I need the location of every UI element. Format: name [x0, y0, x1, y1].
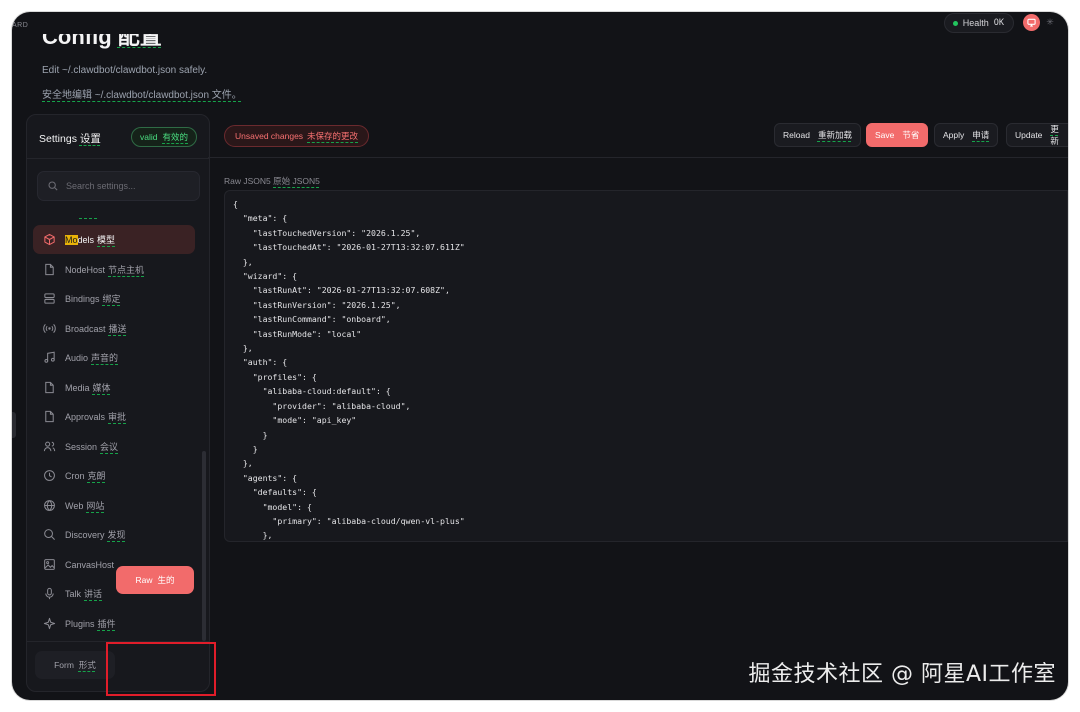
sidebar-item-partial [79, 218, 97, 219]
cube-icon [44, 233, 55, 246]
sidebar-item-plugins[interactable]: Plugins 插件 [33, 609, 195, 638]
editor-label: Raw JSON5 原始 JSON5 [224, 176, 320, 186]
highlight-box [106, 642, 216, 696]
broadcast-icon [43, 324, 56, 333]
editor-toolbar: Unsaved changes 未保存的更改 Reload 重新加载 Save 节省 … [208, 114, 1068, 158]
sidebar-item-models[interactable]: Models 模型 [33, 225, 195, 254]
sidebar-item-session[interactable]: Session 会议 [33, 432, 195, 461]
clock-icon [44, 470, 55, 481]
health-dot-icon [952, 20, 958, 26]
sidebar-item-broadcast[interactable]: Broadcast 播送 [33, 314, 195, 343]
sidebar-item-label: Media 媒体 [65, 383, 111, 393]
watermark: 掘金技术社区 @ 阿星AI工作室 [748, 662, 1056, 687]
sidebar-item-label: Bindings 绑定 [65, 294, 121, 304]
music-icon [44, 351, 55, 363]
sidebar-scrollbar[interactable] [202, 211, 206, 641]
sidebar-item-label: Web 网站 [65, 501, 105, 511]
search-settings[interactable] [37, 171, 200, 201]
sidebar-item-label: Session 会议 [65, 442, 119, 452]
sidebar-item-label: Cron 克朗 [65, 471, 106, 481]
sidebar-item-discovery[interactable]: Discovery 发现 [33, 520, 195, 549]
brand-fragment: ARD [12, 22, 29, 29]
file-icon [45, 263, 54, 276]
sidebar-item-bindings[interactable]: Bindings 绑定 [33, 284, 195, 313]
microphone-icon [45, 587, 54, 600]
scrollbar-thumb[interactable] [202, 451, 206, 641]
sidebar-item-label: Discovery 发现 [65, 530, 126, 540]
reload-button[interactable]: Reload 重新加载 [774, 123, 861, 147]
sidebar-item-audio[interactable]: Audio 声音的 [33, 343, 195, 372]
sidebar-item-label: Models 模型 [65, 235, 116, 245]
update-button[interactable]: Update 更新 [1006, 123, 1068, 147]
search-icon [44, 529, 55, 540]
sidebar-title: Settings 设置 [39, 133, 101, 145]
search-input[interactable] [66, 181, 186, 191]
valid-badge: valid 有效的 [131, 127, 197, 147]
sidebar-item-approvals[interactable]: Approvals 审批 [33, 402, 195, 431]
unsaved-changes-badge: Unsaved changes 未保存的更改 [224, 125, 370, 147]
server-icon [44, 293, 55, 304]
monitor-icon[interactable] [1023, 14, 1040, 31]
globe-icon [44, 500, 55, 511]
users-icon [43, 441, 56, 452]
page-title: Config 配置 [42, 34, 162, 49]
search-icon [48, 181, 58, 191]
page-subtitle: Edit ~/.clawdbot/clawdbot.json safely. [42, 65, 208, 76]
page-subtitle-translation: 安全地编辑 ~/.clawdbot/clawdbot.json 文件。 [42, 90, 242, 101]
file-icon [45, 381, 54, 394]
apply-button[interactable]: Apply 申请 [934, 123, 999, 147]
sparkle-icon [43, 617, 56, 630]
sidebar-item-cron[interactable]: Cron 克朗 [33, 461, 195, 490]
app-window: ARD Health OK ✳ Config 配置 Edit ~/.clawdb… [12, 12, 1068, 700]
sidebar-item-label: Plugins 插件 [65, 619, 116, 629]
health-label: Health [962, 18, 989, 28]
raw-mode-button[interactable]: Raw 生的 [116, 566, 194, 594]
sidebar-header: Settings 设置 valid 有效的 [27, 115, 209, 159]
health-value: OK [993, 18, 1004, 28]
sidebar-item-label: Approvals 审批 [65, 412, 127, 422]
sidebar-item-nodehost[interactable]: NodeHost 节点主机 [33, 255, 195, 284]
settings-sidebar: Settings 设置 valid有效的 Models模型 NodeHost节点… [26, 114, 210, 692]
json-editor[interactable]: { "meta": { "lastTouchedVersion": "2026.… [224, 190, 1068, 542]
form-mode-button[interactable]: Form 形式 [35, 651, 115, 679]
top-bar: ARD Health OK ✳ [12, 12, 1068, 36]
sidebar-item-media[interactable]: Media 媒体 [33, 373, 195, 402]
sidebar-item-web[interactable]: Web 网站 [33, 491, 195, 520]
file-icon [45, 410, 54, 423]
health-status[interactable]: Health OK [943, 13, 1014, 33]
save-button[interactable]: Save 节省 [866, 123, 929, 147]
sidebar-item-label: Talk 讲话 [65, 589, 103, 599]
image-icon [44, 559, 55, 570]
json-content[interactable]: { "meta": { "lastTouchedVersion": "2026.… [233, 197, 465, 541]
sun-icon[interactable]: ✳ [1045, 17, 1055, 27]
sidebar-item-label: Audio 声音的 [65, 353, 119, 363]
panel-handle[interactable] [12, 412, 16, 438]
sidebar-item-label: CanvasHost [65, 559, 115, 570]
sidebar-item-label: NodeHost 节点主机 [65, 265, 145, 275]
sidebar-item-label: Broadcast 播送 [65, 324, 127, 334]
